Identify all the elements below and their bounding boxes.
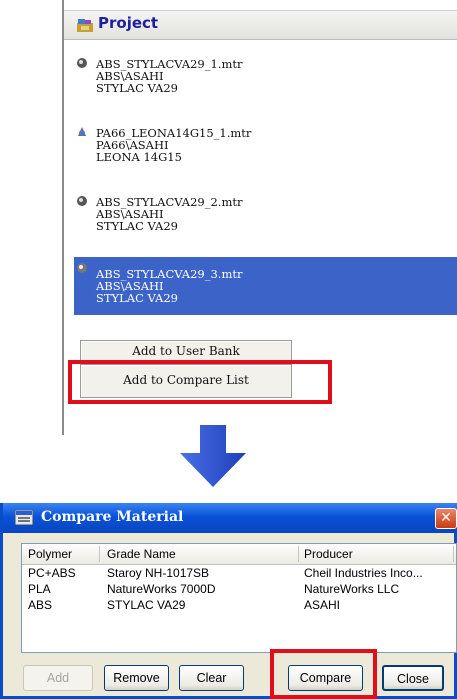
close-button[interactable]: Close	[382, 665, 444, 691]
column-header-grade-name[interactable]: Grade Name	[107, 547, 176, 561]
item-grade: STYLAC VA29	[96, 219, 178, 233]
cell-polymer: ABS	[28, 598, 53, 612]
column-divider[interactable]	[99, 546, 100, 562]
dialog-title: Compare Material	[41, 509, 184, 525]
arrow-down-icon	[180, 425, 246, 487]
item-grade: LEONA 14G15	[96, 150, 182, 164]
item-grade: STYLAC VA29	[96, 291, 178, 305]
table-row[interactable]: PC+ABS Staroy NH-1017SB Cheil Industries…	[22, 565, 456, 580]
compare-material-dialog: Compare Material ✕ Polymer Grade Name Pr…	[0, 503, 457, 699]
dialog-titlebar[interactable]: Compare Material ✕	[3, 503, 457, 533]
material-list[interactable]: Polymer Grade Name Producer PC+ABS Staro…	[21, 543, 457, 653]
material-icon	[77, 196, 87, 206]
project-item[interactable]: PA66_LEONA14G15_1.mtr PA66\ASAHI LEONA 1…	[74, 121, 457, 177]
red-highlight-box	[270, 649, 377, 699]
close-icon[interactable]: ✕	[435, 508, 457, 529]
material-icon	[77, 58, 87, 68]
project-item-selected[interactable]: ABS_STYLACVA29_3.mtr ABS\ASAHI STYLAC VA…	[74, 257, 457, 315]
project-item[interactable]: ABS_STYLACVA29_2.mtr ABS\ASAHI STYLAC VA…	[74, 190, 457, 246]
item-grade: STYLAC VA29	[96, 81, 178, 95]
cell-producer: Cheil Industries Inco...	[304, 566, 423, 580]
cell-grade: NatureWorks 7000D	[107, 582, 216, 596]
cell-producer: ASAHI	[304, 598, 341, 612]
remove-button[interactable]: Remove	[104, 665, 169, 691]
column-divider[interactable]	[453, 546, 454, 562]
menu-item-label: Add to User Bank	[132, 344, 240, 358]
column-headers: Polymer Grade Name Producer	[22, 544, 456, 565]
clear-button[interactable]: Clear	[179, 665, 244, 691]
material-icon	[78, 127, 86, 136]
cell-grade: STYLAC VA29	[107, 598, 186, 612]
column-header-polymer[interactable]: Polymer	[28, 547, 72, 561]
cell-polymer: PC+ABS	[28, 566, 76, 580]
cell-grade: Staroy NH-1017SB	[107, 566, 210, 580]
project-title: Project	[98, 14, 159, 32]
project-header[interactable]: Project	[64, 10, 457, 40]
cell-producer: NatureWorks LLC	[304, 582, 400, 596]
column-divider[interactable]	[298, 546, 299, 562]
project-item[interactable]: ABS_STYLACVA29_1.mtr ABS\ASAHI STYLAC VA…	[74, 52, 457, 108]
red-highlight-box	[68, 360, 332, 404]
project-icon	[77, 19, 93, 32]
table-row[interactable]: ABS STYLAC VA29 ASAHI	[22, 597, 456, 612]
column-header-producer[interactable]: Producer	[304, 547, 353, 561]
cell-polymer: PLA	[28, 582, 51, 596]
material-icon	[77, 263, 87, 273]
add-button[interactable]: Add	[23, 665, 93, 691]
table-row[interactable]: PLA NatureWorks 7000D NatureWorks LLC	[22, 581, 456, 596]
compare-material-icon	[15, 510, 33, 525]
